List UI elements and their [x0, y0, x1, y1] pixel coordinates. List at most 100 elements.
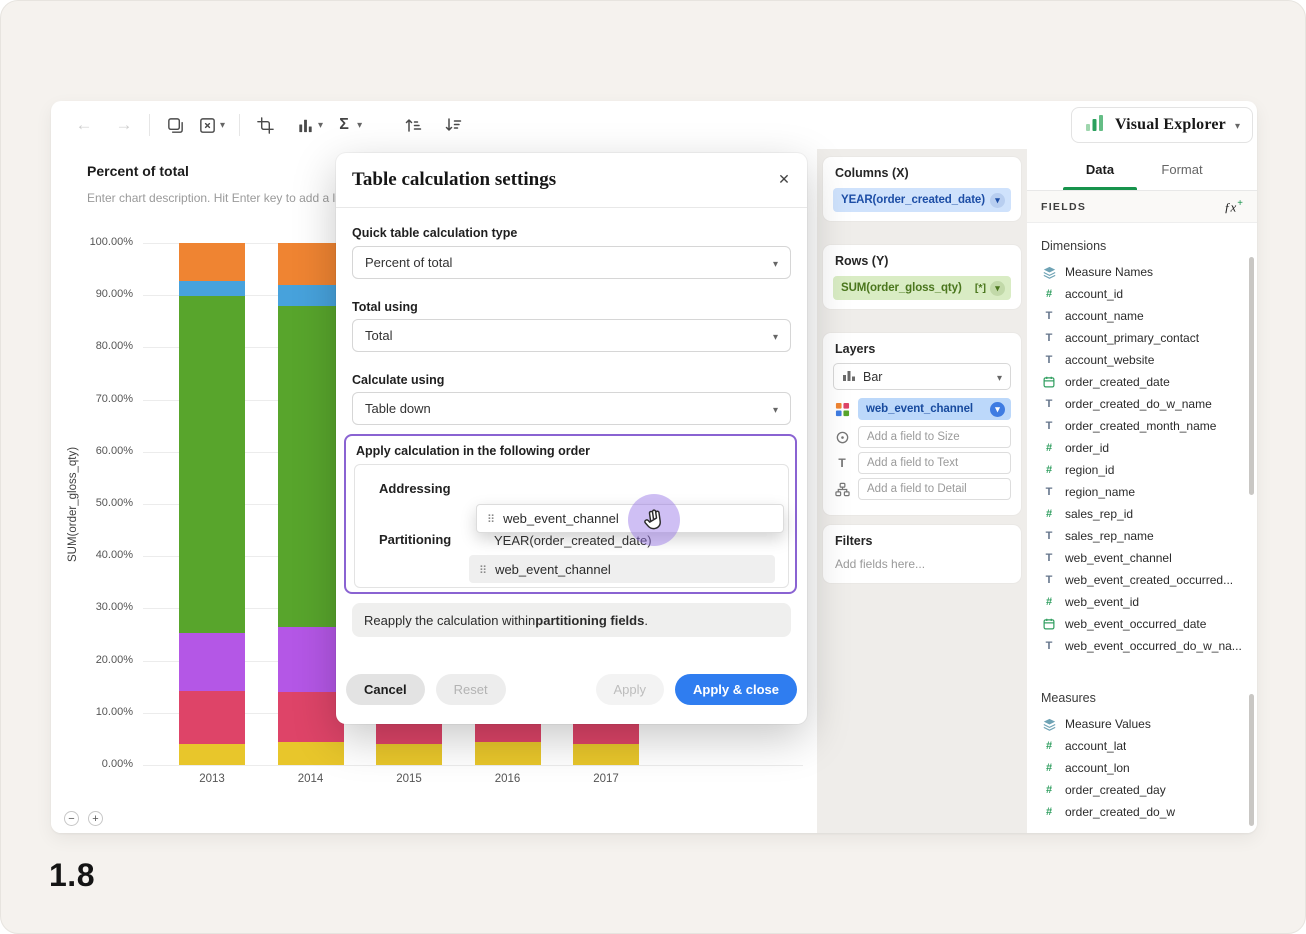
duplicate-chart-icon[interactable] [164, 114, 186, 136]
field-name: web_event_channel [495, 562, 611, 577]
x-axis-label: 2015 [376, 773, 442, 785]
color-field-pill[interactable]: web_event_channel [858, 398, 1011, 420]
field-row[interactable]: Torder_created_month_name [1027, 415, 1257, 437]
field-name: web_event_id [1065, 595, 1139, 609]
stacked-bar[interactable] [179, 243, 245, 765]
bar-segment[interactable] [179, 296, 245, 633]
drag-handle-icon[interactable] [487, 511, 495, 526]
zoom-controls: − + [64, 811, 103, 826]
bar-segment[interactable] [179, 243, 245, 281]
y-tick-label: 80.00% [73, 340, 133, 352]
field-row[interactable]: Torder_created_do_w_name [1027, 393, 1257, 415]
pill-chevron-icon[interactable] [990, 402, 1005, 417]
bar-segment[interactable] [278, 285, 344, 306]
chart-description[interactable]: Enter chart description. Hit Enter key t… [87, 191, 338, 205]
bar-segment[interactable] [278, 742, 344, 765]
tab-format[interactable]: Format [1147, 162, 1217, 177]
bar-segment[interactable] [278, 692, 344, 742]
field-row[interactable]: Measure Names [1027, 261, 1257, 283]
pill-chevron-icon[interactable] [990, 281, 1005, 296]
field-row[interactable]: #region_id [1027, 459, 1257, 481]
stacked-bar[interactable] [278, 243, 344, 765]
y-tick-label: 10.00% [73, 706, 133, 718]
close-icon[interactable] [774, 169, 794, 189]
date-field-icon [1041, 618, 1057, 630]
field-row[interactable]: Tweb_event_created_occurred... [1027, 569, 1257, 591]
field-row[interactable]: Taccount_primary_contact [1027, 327, 1257, 349]
columns-field-name: YEAR(order_created_date) [841, 194, 985, 206]
back-arrow-icon[interactable] [73, 114, 95, 136]
chart-type-chevron-icon[interactable] [318, 120, 323, 131]
field-row[interactable]: Tweb_event_channel [1027, 547, 1257, 569]
field-row[interactable]: #account_lat [1027, 735, 1257, 757]
partitioning-field-1[interactable]: YEAR(order_created_date) [494, 533, 652, 548]
quick-calc-select[interactable]: Percent of total [352, 246, 791, 279]
reset-button[interactable]: Reset [436, 674, 506, 705]
chart-type-icon[interactable] [294, 114, 316, 136]
field-row[interactable]: #account_lon [1027, 757, 1257, 779]
y-tick-label: 40.00% [73, 549, 133, 561]
field-row[interactable]: #order_created_day [1027, 779, 1257, 801]
partitioning-field-2[interactable]: web_event_channel [469, 555, 775, 583]
total-using-select[interactable]: Total [352, 319, 791, 352]
pill-chevron-icon[interactable] [990, 193, 1005, 208]
rows-field-pill[interactable]: SUM(order_gloss_qty) [*] [833, 276, 1011, 300]
field-row[interactable]: order_created_date [1027, 371, 1257, 393]
field-row[interactable]: Taccount_website [1027, 349, 1257, 371]
sort-ascending-icon[interactable] [402, 114, 424, 136]
mark-type-select[interactable]: Bar [833, 363, 1011, 390]
add-field-to-detail[interactable]: Add a field to Detail [858, 478, 1011, 500]
bar-segment[interactable] [475, 742, 541, 765]
clear-chart-icon[interactable] [196, 114, 218, 136]
bar-segment[interactable] [278, 306, 344, 627]
add-field-to-text[interactable]: Add a field to Text [858, 452, 1011, 474]
field-row[interactable]: Tsales_rep_name [1027, 525, 1257, 547]
aggregate-sigma-icon[interactable] [333, 114, 355, 136]
field-row[interactable]: #account_id [1027, 283, 1257, 305]
columns-field-pill[interactable]: YEAR(order_created_date) [833, 188, 1011, 212]
product-switcher[interactable]: Visual Explorer [1071, 107, 1253, 143]
field-row[interactable]: #sales_rep_id [1027, 503, 1257, 525]
dimensions-scrollbar[interactable] [1249, 257, 1254, 495]
tab-data[interactable]: Data [1063, 162, 1137, 177]
field-row[interactable]: web_event_occurred_date [1027, 613, 1257, 635]
bar-segment[interactable] [278, 243, 344, 285]
reapply-text: . [644, 613, 648, 628]
field-row[interactable]: Tweb_event_occurred_do_w_na... [1027, 635, 1257, 657]
chart-actions-chevron-icon[interactable] [220, 120, 225, 131]
bar-segment[interactable] [179, 744, 245, 765]
zoom-in-button[interactable]: + [88, 811, 103, 826]
bar-segment[interactable] [179, 281, 245, 296]
bar-segment[interactable] [278, 627, 344, 692]
field-row[interactable]: Taccount_name [1027, 305, 1257, 327]
field-row[interactable]: #order_id [1027, 437, 1257, 459]
dialog-buttons: Cancel Reset Apply Apply & close [346, 674, 797, 705]
field-row[interactable]: Tregion_name [1027, 481, 1257, 503]
zoom-out-button[interactable]: − [64, 811, 79, 826]
field-row[interactable]: Measure Values [1027, 713, 1257, 735]
sort-descending-icon[interactable] [442, 114, 464, 136]
cancel-button[interactable]: Cancel [346, 674, 425, 705]
drag-handle-icon[interactable] [479, 562, 487, 577]
fields-header-row: FIELDS ƒx+ [1027, 191, 1257, 223]
add-calculation-icon[interactable]: ƒx+ [1224, 198, 1243, 215]
crop-icon[interactable] [254, 114, 276, 136]
bar-segment[interactable] [573, 744, 639, 765]
field-row[interactable]: #web_event_id [1027, 591, 1257, 613]
filters-dropzone[interactable]: Add fields here... [835, 557, 925, 571]
dragged-field-row[interactable]: web_event_channel [476, 504, 784, 533]
apply-button[interactable]: Apply [596, 674, 665, 705]
bar-segment[interactable] [179, 691, 245, 744]
color-field-name: web_event_channel [866, 403, 973, 415]
chart-title[interactable]: Percent of total [87, 163, 189, 179]
field-row[interactable]: #order_created_do_w [1027, 801, 1257, 823]
calculate-using-select[interactable]: Table down [352, 392, 791, 425]
bar-segment[interactable] [179, 633, 245, 691]
partitioning-label: Partitioning [379, 532, 451, 547]
add-field-to-size[interactable]: Add a field to Size [858, 426, 1011, 448]
measures-scrollbar[interactable] [1249, 694, 1254, 826]
apply-and-close-button[interactable]: Apply & close [675, 674, 797, 705]
forward-arrow-icon[interactable] [113, 114, 135, 136]
aggregate-chevron-icon[interactable] [357, 120, 362, 131]
bar-segment[interactable] [376, 744, 442, 765]
